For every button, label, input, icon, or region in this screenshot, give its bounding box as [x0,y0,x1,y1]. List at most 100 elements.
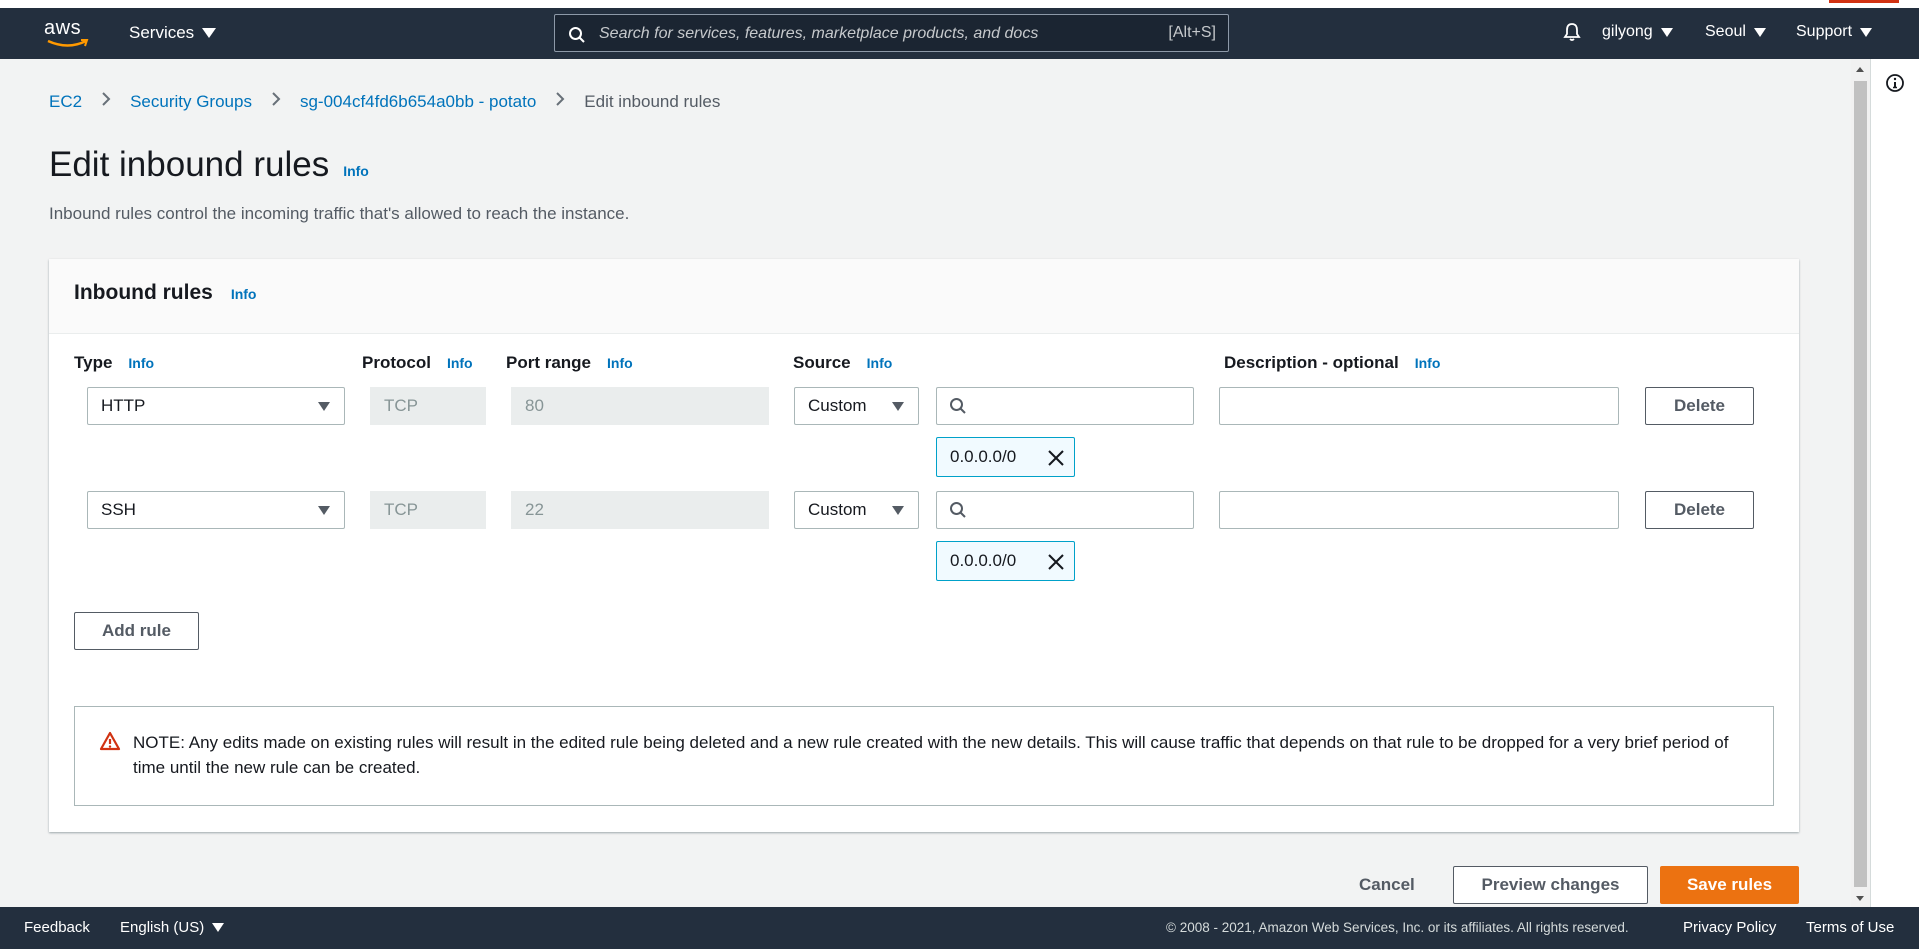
terms-of-use-link[interactable]: Terms of Use [1806,919,1894,936]
rule-type-select[interactable]: HTTP [87,387,345,425]
caret-down-icon [1753,27,1766,37]
search-icon [950,502,966,518]
language-selector[interactable]: English (US) [120,919,225,936]
warning-icon [99,731,121,751]
rule-source-value: Custom [808,396,867,415]
page-scrollbar[interactable] [1851,59,1870,907]
support-label: Support [1796,23,1853,40]
aws-logo-text: aws [44,17,82,39]
rule-source-select[interactable]: Custom [794,387,919,425]
breadcrumb-security-groups[interactable]: Security Groups [130,92,252,112]
services-menu[interactable]: Services [129,23,217,43]
page-info-link[interactable]: Info [343,163,369,179]
caret-down-icon [318,402,330,411]
rule-type-value: SSH [101,500,136,519]
protocol-info-link[interactable]: Info [447,355,473,371]
panel-title-text: Inbound rules [74,281,213,304]
page-description: Inbound rules control the incoming traff… [49,204,630,223]
cidr-token-value: 0.0.0.0/0 [950,551,1017,570]
notifications-button[interactable] [1561,21,1583,43]
type-info-link[interactable]: Info [128,355,154,371]
console-footer: Feedback English (US) © 2008 - 2021, Ama… [0,907,1919,949]
cidr-token-value: 0.0.0.0/0 [950,447,1017,466]
panel-info-link[interactable]: Info [231,286,257,302]
cidr-token: 0.0.0.0/0 [936,541,1075,581]
preview-changes-button[interactable]: Preview changes [1453,866,1648,904]
bell-icon [1563,23,1581,41]
language-label: English (US) [120,919,205,936]
column-port-range-label: Port range [506,353,592,372]
inbound-rules-panel: Inbound rules Info Type Info Protocol In… [49,259,1799,832]
search-icon [569,27,585,43]
scrollbar-thumb[interactable] [1854,81,1867,887]
search-icon [950,398,966,414]
caret-down-icon [1660,27,1673,37]
feedback-link[interactable]: Feedback [24,919,90,936]
cidr-token: 0.0.0.0/0 [936,437,1075,477]
panel-title: Inbound rules Info [74,281,256,305]
column-type: Type Info [74,353,154,373]
top-navigation: aws Services [Alt+S] gilyong Seoul Suppo… [0,8,1919,59]
warning-note-text: NOTE: Any edits made on existing rules w… [133,733,1729,777]
breadcrumb-current: Edit inbound rules [584,91,721,111]
description-info-link[interactable]: Info [1415,355,1441,371]
breadcrumb-security-group[interactable]: sg-004cf4fd6b654a0bb - potato [300,92,536,112]
rule-port-field: 22 [511,491,769,529]
page-title: Edit inbound rules Info [49,145,369,185]
port-range-info-link[interactable]: Info [607,355,633,371]
rule-description-input[interactable] [1219,387,1619,425]
support-menu[interactable]: Support [1796,23,1873,41]
panel-header: Inbound rules Info [49,259,1799,334]
source-cidr-search[interactable] [936,491,1194,529]
browser-top-strip [0,0,1919,8]
rule-description-input[interactable] [1219,491,1619,529]
rule-protocol-field: TCP [370,491,486,529]
caret-down-icon [202,28,217,38]
source-cidr-search[interactable] [936,387,1194,425]
info-circle-icon[interactable] [1885,73,1905,93]
chevron-right-icon [551,91,569,112]
search-input[interactable] [597,15,1121,53]
copyright-text: © 2008 - 2021, Amazon Web Services, Inc.… [1166,920,1629,935]
rule-source-select[interactable]: Custom [794,491,919,529]
help-panel-rail [1870,59,1919,907]
delete-rule-button[interactable]: Delete [1645,387,1754,425]
rule-protocol-field: TCP [370,387,486,425]
privacy-policy-link[interactable]: Privacy Policy [1683,919,1776,936]
scroll-up-icon[interactable] [1856,67,1864,72]
chevron-right-icon [267,91,285,112]
breadcrumb: EC2 Security Groups sg-004cf4fd6b654a0bb… [49,91,720,112]
column-description: Description - optional Info [1224,353,1440,373]
close-icon[interactable] [1046,552,1066,572]
rule-type-select[interactable]: SSH [87,491,345,529]
main-content: EC2 Security Groups sg-004cf4fd6b654a0bb… [0,59,1851,907]
close-icon[interactable] [1046,448,1066,468]
chevron-right-icon [97,91,115,112]
column-source-label: Source [793,353,851,372]
page-title-text: Edit inbound rules [49,145,330,184]
add-rule-button[interactable]: Add rule [74,612,199,650]
source-info-link[interactable]: Info [867,355,893,371]
region-menu[interactable]: Seoul [1705,23,1766,41]
user-menu[interactable]: gilyong [1602,23,1673,41]
column-port-range: Port range Info [506,353,633,373]
rule-port-field: 80 [511,387,769,425]
caret-down-icon [1860,27,1873,37]
rule-type-value: HTTP [101,396,146,415]
aws-smile-icon [47,39,89,47]
breadcrumb-ec2[interactable]: EC2 [49,92,82,112]
column-protocol: Protocol Info [362,353,473,373]
user-label: gilyong [1602,23,1653,40]
aws-logo[interactable]: aws [44,18,92,52]
column-source: Source Info [793,353,892,373]
save-rules-button[interactable]: Save rules [1660,866,1799,904]
rule-source-value: Custom [808,500,867,519]
column-type-label: Type [74,353,113,372]
caret-down-icon [318,506,330,515]
global-search[interactable]: [Alt+S] [554,14,1229,53]
search-shortcut: [Alt+S] [1168,24,1216,41]
scroll-down-icon[interactable] [1856,896,1864,901]
browser-accent [1829,0,1899,3]
delete-rule-button[interactable]: Delete [1645,491,1754,529]
cancel-button[interactable]: Cancel [1359,875,1415,895]
